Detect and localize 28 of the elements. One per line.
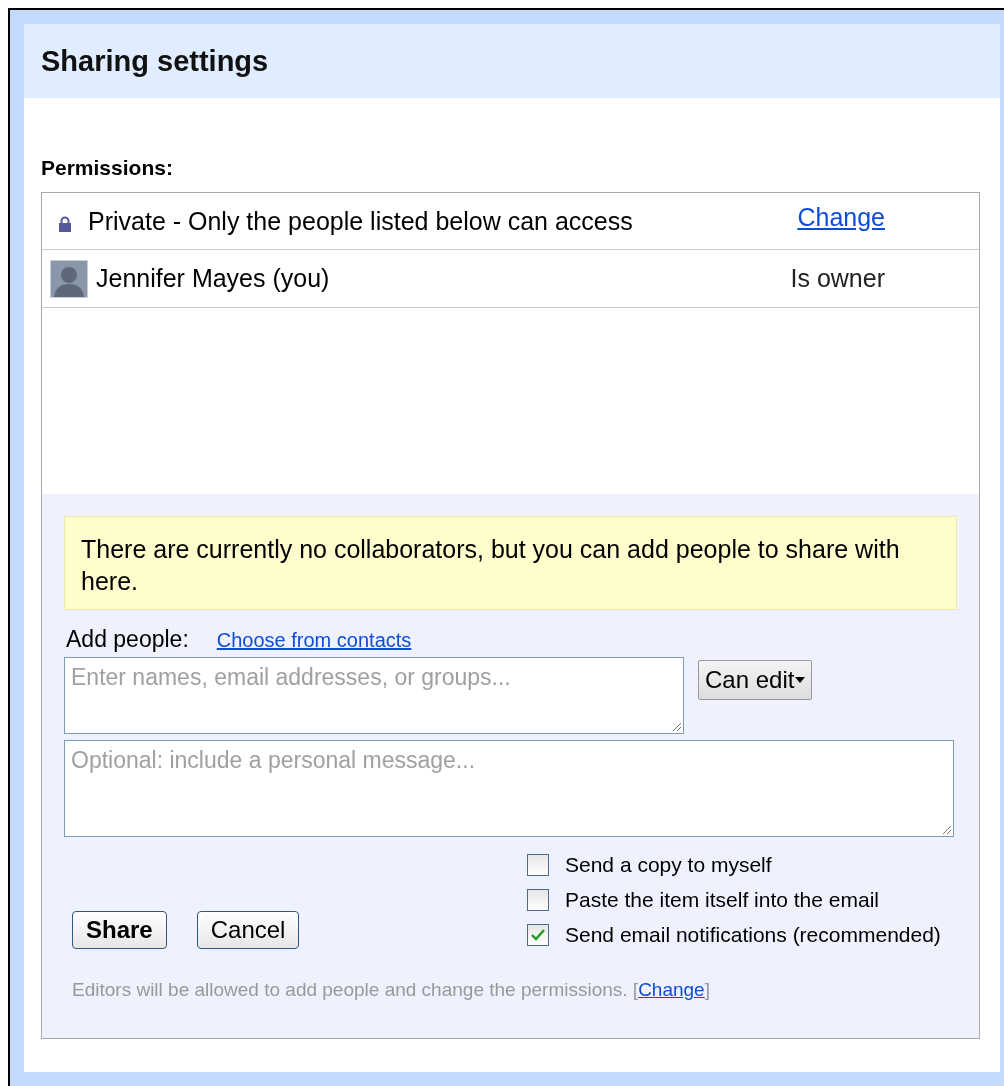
lock-icon (58, 216, 72, 232)
notice-message: There are currently no collaborators, but you can add people to share with here. (64, 516, 957, 610)
access-dropdown[interactable]: Can edit (698, 660, 813, 700)
checkbox[interactable] (527, 924, 549, 946)
share-button[interactable]: Share (72, 911, 167, 949)
person-name: Jennifer Mayes (you) (96, 264, 331, 293)
checkbox-label: Paste the item itself into the email (565, 888, 879, 912)
people-input-field[interactable]: Enter names, email addresses, or groups... (64, 657, 684, 734)
resize-grip-icon (671, 721, 682, 732)
permissions-label: Permissions: (41, 156, 174, 180)
checkbox-label: Send email notifications (recommended) (565, 923, 941, 947)
cancel-button[interactable]: Cancel (196, 911, 300, 949)
editors-note: Editors will be allowed to add people and change the permissions. [Change] (72, 979, 711, 1001)
checkmark-icon (531, 929, 545, 941)
checkbox[interactable] (527, 889, 549, 911)
visibility-text: Private - Only the people listed below can access (88, 206, 634, 236)
avatar-icon (50, 259, 88, 298)
caret-icon (795, 677, 806, 683)
message-input-field[interactable]: Optional: include a personal message... (64, 740, 954, 837)
choose-contacts-link[interactable]: Choose from contacts (216, 629, 412, 652)
resize-grip-icon (941, 824, 952, 835)
dialog-title: Sharing settings (41, 44, 269, 78)
checkbox[interactable] (527, 854, 549, 876)
change-link[interactable]: Change (638, 979, 705, 1000)
person-role: Is owner (790, 264, 885, 293)
change-link[interactable]: Change (797, 202, 885, 232)
checkbox-label: Send a copy to myself (565, 853, 772, 877)
add-people-label: Add people: (66, 626, 189, 653)
